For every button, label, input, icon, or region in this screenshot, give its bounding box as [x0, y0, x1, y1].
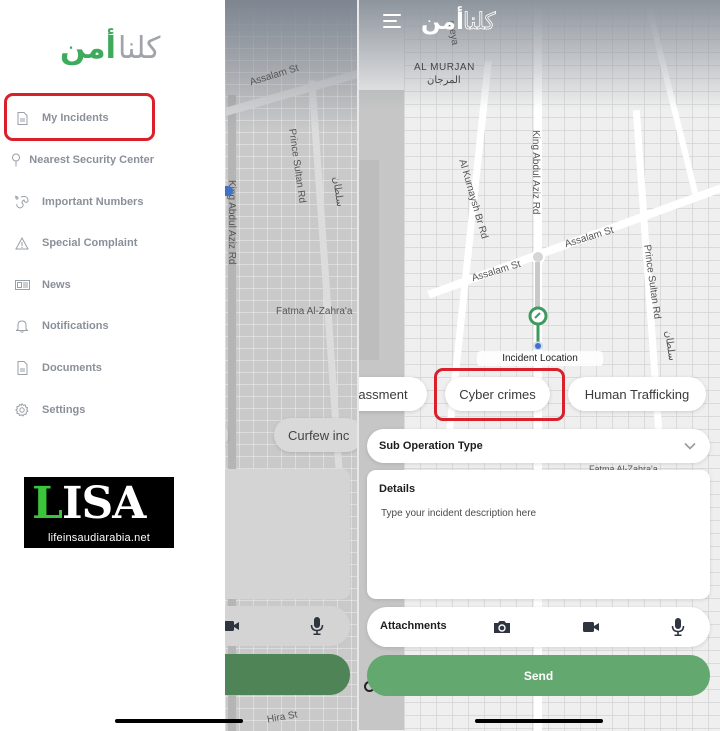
sub-operation-type-label: Sub Operation Type	[379, 440, 483, 452]
hamburger-line	[383, 14, 401, 16]
menu-item-my-incidents[interactable]: My Incidents	[8, 98, 154, 138]
app-logo: أمن كلنا	[421, 6, 496, 35]
screenshot-composite: Assalam St Prince Sultan Rd King Abdul A…	[0, 0, 720, 731]
menu-item-label: Documents	[42, 362, 102, 374]
watermark-logo: LISA lifeinsaudiarabia.net	[24, 477, 174, 548]
warning-icon	[10, 236, 34, 250]
sub-operation-type-select[interactable]: Sub Operation Type	[367, 429, 710, 463]
map-top-gradient	[359, 0, 720, 110]
location-pin-icon	[10, 153, 21, 167]
attachments-bar: Attachments	[367, 607, 710, 647]
logo-green-text: أمن	[60, 28, 116, 66]
right-phone-screen: AL MURJAN المرجان meya King Abdul Aziz R…	[359, 0, 720, 731]
watermark-wordmark: LISA	[32, 478, 146, 529]
watermark-url: lifeinsaudiarabia.net	[47, 532, 151, 544]
newspaper-icon	[10, 280, 34, 290]
watermark-letters-white: ISA	[61, 478, 146, 529]
logo-white-text: أمن	[421, 6, 464, 35]
background-chip: Curfew inc	[274, 418, 357, 452]
hamburger-line	[383, 20, 397, 22]
logo-outline-text: كلنا	[463, 9, 496, 35]
menu-item-label: News	[42, 279, 71, 291]
menu-item-label: My Incidents	[42, 112, 109, 124]
menu-item-label: Notifications	[42, 320, 109, 332]
phone-plus-icon	[10, 195, 34, 209]
map-label: Fatma Al-Zahra'a	[276, 306, 353, 317]
microphone-icon	[310, 617, 324, 635]
details-card: Details	[367, 470, 710, 599]
menu-item-settings[interactable]: Settings	[8, 390, 154, 430]
video-camera-icon[interactable]	[582, 618, 600, 636]
microphone-icon[interactable]	[669, 618, 687, 636]
map-label: King Abdul Aziz Rd	[530, 130, 541, 215]
app-logo: أمن كلنا	[60, 28, 161, 66]
watermark-letter-green: L	[32, 478, 63, 529]
menu-item-nearest-security-center[interactable]: Nearest Security Center	[8, 140, 154, 180]
map-label-district: AL MURJAN	[414, 62, 475, 73]
camera-icon[interactable]	[493, 618, 511, 636]
menu-item-label: Special Complaint	[42, 237, 138, 249]
bell-icon	[10, 319, 34, 333]
map-label-district-ar: المرجان	[427, 75, 461, 86]
incident-location-label: Incident Location	[477, 351, 603, 366]
gear-icon	[10, 403, 34, 417]
incident-description-input[interactable]	[381, 508, 697, 588]
menu-item-special-complaint[interactable]: Special Complaint	[8, 223, 154, 263]
logo-gray-text: كلنا	[118, 31, 161, 66]
map-water	[359, 160, 379, 360]
incident-location-pin[interactable]	[527, 306, 549, 350]
incident-type-chip[interactable]: assment	[359, 377, 427, 411]
incident-type-chip[interactable]: Human Trafficking	[568, 377, 706, 411]
menu-item-documents[interactable]: Documents	[8, 348, 154, 388]
menu-item-news[interactable]: News	[8, 265, 154, 305]
left-phone-screen: Assalam St Prince Sultan Rd King Abdul A…	[0, 0, 357, 731]
menu-item-important-numbers[interactable]: Important Numbers	[8, 182, 154, 222]
incident-type-chip-selected[interactable]: Cyber crimes	[445, 377, 550, 411]
video-camera-icon	[224, 621, 239, 631]
menu-item-notifications[interactable]: Notifications	[8, 306, 154, 346]
menu-item-label: Important Numbers	[42, 196, 144, 208]
menu-item-label: Nearest Security Center	[29, 154, 154, 166]
send-button[interactable]: Send	[367, 655, 710, 696]
menu-item-label: Settings	[42, 404, 86, 416]
home-indicator	[115, 719, 243, 723]
home-indicator	[475, 719, 603, 723]
file-icon	[10, 361, 34, 375]
document-icon	[10, 111, 34, 125]
menu-button[interactable]	[383, 13, 403, 29]
attachments-label: Attachments	[380, 620, 447, 632]
navigation-drawer: أمن كلنا My Incidents Nearest Security C…	[0, 0, 225, 731]
details-label: Details	[379, 483, 416, 495]
chevron-down-icon	[684, 442, 696, 450]
hamburger-line	[383, 26, 401, 28]
